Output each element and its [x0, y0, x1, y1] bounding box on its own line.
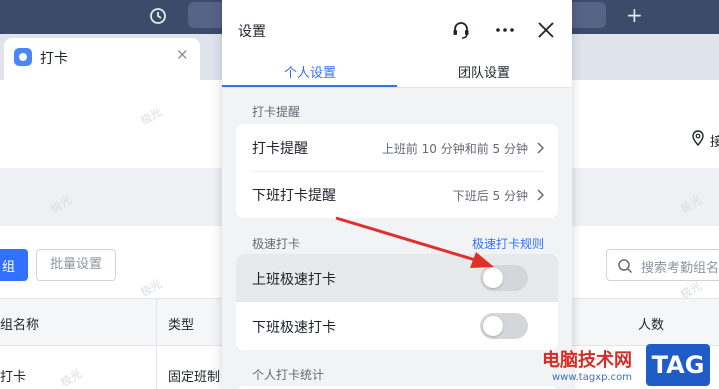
settings-header: 设置 个人设置 团队设置 — [222, 0, 572, 88]
site-badge-url: www.tagxp.com — [552, 372, 632, 383]
reminder-row[interactable]: 打卡提醒 上班前 10 分钟和前 5 分钟 — [236, 124, 558, 171]
row-value: 上班前 10 分钟和前 5 分钟 — [381, 142, 528, 156]
quick-end-toggle[interactable] — [480, 313, 528, 339]
search-placeholder: 搜索考勤组名 — [641, 261, 719, 276]
chevron-right-icon — [537, 142, 544, 154]
location-text[interactable]: 接 — [710, 131, 719, 150]
section-label-stats: 个人打卡统计 — [252, 368, 325, 382]
tabs-divider — [222, 87, 572, 88]
customer-service-icon[interactable] — [450, 19, 472, 41]
app-icon — [14, 48, 32, 66]
search-input[interactable]: 搜索考勤组名 — [606, 249, 719, 281]
close-icon[interactable] — [535, 19, 557, 41]
header-type: 类型 — [168, 318, 195, 333]
tab-team-settings[interactable]: 团队设置 — [458, 62, 510, 81]
row-label: 打卡提醒 — [252, 141, 308, 157]
history-icon[interactable] — [148, 6, 168, 26]
section-label-reminder: 打卡提醒 — [252, 105, 301, 119]
column-divider — [156, 298, 157, 389]
tab-personal-settings[interactable]: 个人设置 — [284, 62, 336, 81]
close-tab-icon[interactable]: ✕ — [176, 46, 189, 64]
settings-panel: 设置 个人设置 团队设置 打卡提醒 打卡提醒 上班前 10 分钟和前 5 分钟 — [222, 0, 572, 389]
header-count: 人数 — [638, 318, 665, 333]
quick-end-row: 下班极速打卡 — [236, 302, 558, 350]
row-value: 下班后 5 分钟 — [452, 189, 528, 203]
browser-tab[interactable]: 打卡 ✕ — [4, 38, 200, 80]
search-icon — [618, 259, 633, 274]
location-icon — [692, 130, 704, 146]
cell-type: 固定班制 — [168, 370, 221, 385]
reminder-card: 打卡提醒 上班前 10 分钟和前 5 分钟 下班打卡提醒 下班后 5 分钟 — [236, 124, 558, 218]
row-label: 下班极速打卡 — [252, 320, 336, 336]
section-label-quick: 极速打卡 — [252, 237, 301, 251]
toggle-knob — [483, 316, 503, 336]
annotation-arrow — [335, 216, 494, 268]
chevron-right-icon — [537, 189, 544, 201]
new-tab-button[interactable]: + — [626, 3, 643, 27]
add-group-button[interactable]: 组 — [0, 249, 28, 281]
row-label: 上班极速打卡 — [252, 272, 336, 288]
more-icon[interactable] — [494, 19, 516, 41]
row-label: 下班打卡提醒 — [252, 188, 336, 204]
tag-logo: TAG — [646, 344, 710, 386]
cell-group-name[interactable]: 打卡 — [0, 366, 26, 385]
site-badge-text: 电脑技术网 — [542, 350, 632, 371]
settings-title: 设置 — [238, 24, 266, 40]
batch-settings-button[interactable]: 批量设置 — [36, 249, 116, 281]
header-group-name: 组名称 — [0, 318, 40, 333]
address-bar-right[interactable] — [570, 2, 606, 28]
address-bar-left[interactable] — [188, 2, 226, 28]
tab-title: 打卡 — [40, 51, 68, 67]
